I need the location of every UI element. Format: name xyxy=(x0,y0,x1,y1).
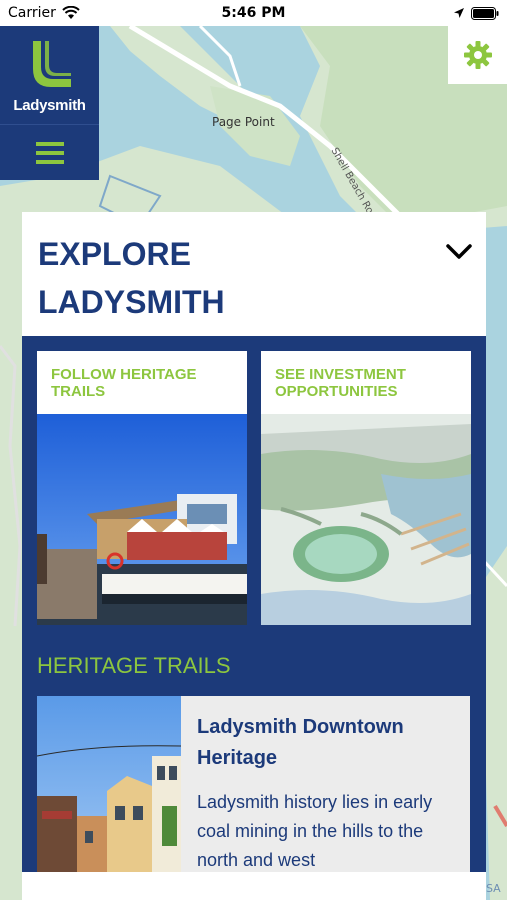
explore-panel: EXPLORE LADYSMITH FOLLOW HERITAGE TRAILS xyxy=(22,212,486,900)
section-title-heritage-trails: HERITAGE TRAILS xyxy=(37,653,231,678)
brand-logo[interactable]: Ladysmith xyxy=(0,26,99,124)
trail-title: Ladysmith Downtown Heritage xyxy=(197,716,404,769)
logo-panel: Ladysmith xyxy=(0,26,99,180)
bottom-sheet xyxy=(22,872,486,900)
status-time: 5:46 PM xyxy=(221,5,286,21)
waterfront-rendering xyxy=(261,414,471,625)
settings-button[interactable] xyxy=(448,26,507,84)
location-arrow-icon xyxy=(454,8,464,18)
downtown-street-photo xyxy=(37,696,181,900)
trail-card-downtown-heritage[interactable]: Ladysmith Downtown Heritage Ladysmith hi… xyxy=(37,696,470,900)
map-attribution[interactable]: SA xyxy=(486,882,501,895)
battery-icon xyxy=(471,7,499,20)
hamburger-menu-icon xyxy=(35,141,64,164)
chevron-down-icon[interactable] xyxy=(446,244,472,260)
status-bar: Carrier 5:46 PM xyxy=(0,0,507,26)
card-label: SEE INVESTMENT OPPORTUNITIES xyxy=(275,366,406,400)
ladysmith-logo-icon xyxy=(32,40,71,87)
explore-cards: FOLLOW HERITAGE TRAILS SEE INVESTMENT OP… xyxy=(37,351,471,625)
explore-header[interactable]: EXPLORE LADYSMITH xyxy=(22,212,486,336)
trail-text: Ladysmith Downtown Heritage Ladysmith hi… xyxy=(181,696,470,900)
menu-button[interactable] xyxy=(0,125,99,180)
explore-title: EXPLORE LADYSMITH xyxy=(38,236,225,320)
marina-photo xyxy=(37,414,247,625)
trail-description: Ladysmith history lies in early coal min… xyxy=(197,792,433,870)
map-label-page-point: Page Point xyxy=(212,115,275,129)
card-heritage-trails[interactable]: FOLLOW HERITAGE TRAILS xyxy=(37,351,247,625)
card-label: FOLLOW HERITAGE TRAILS xyxy=(51,366,197,400)
logo-text: Ladysmith xyxy=(13,96,86,114)
card-investment-opportunities[interactable]: SEE INVESTMENT OPPORTUNITIES xyxy=(261,351,471,625)
gear-icon xyxy=(463,41,492,69)
